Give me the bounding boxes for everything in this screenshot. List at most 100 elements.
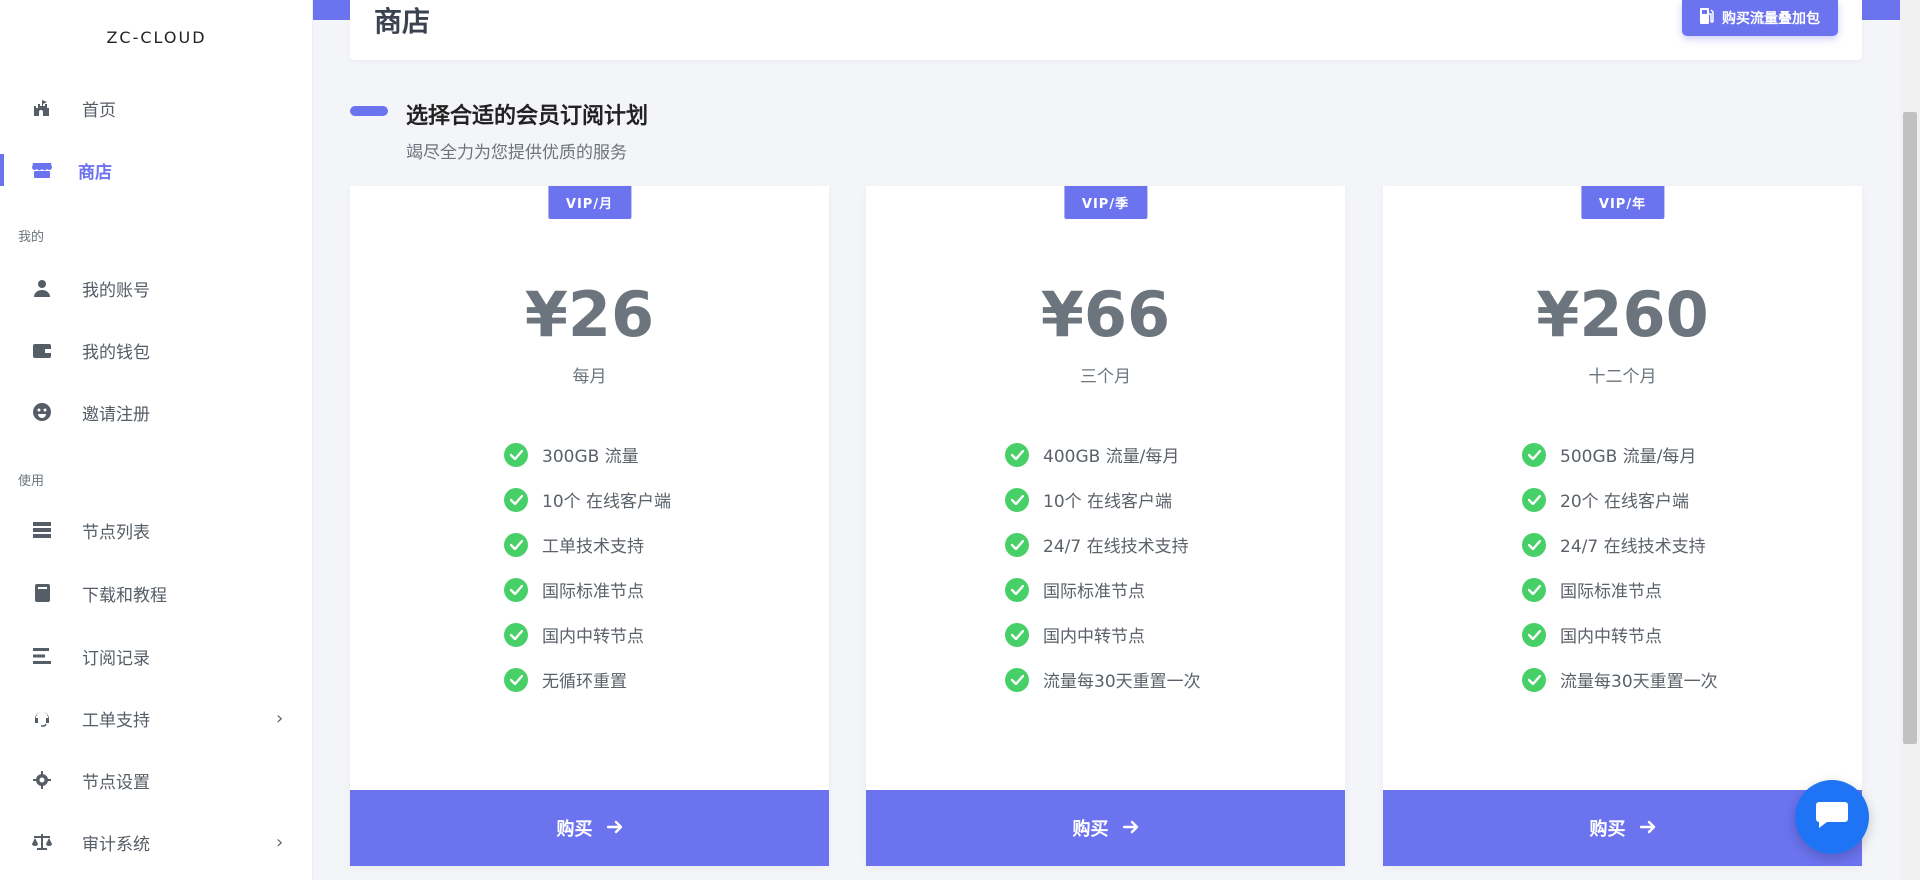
buy-label: 购买 xyxy=(1072,819,1109,840)
feature-label: 国内中转节点 xyxy=(1043,627,1145,647)
feature-item: 300GB 流量 xyxy=(504,442,639,467)
feature-item: 20个 在线客户端 xyxy=(1522,487,1689,512)
plans-title: 选择合适的会员订阅计划 xyxy=(406,104,649,129)
brand-logo: ZC-CLOUD xyxy=(106,28,207,47)
feature-label: 国内中转节点 xyxy=(1560,627,1662,647)
active-indicator xyxy=(0,154,4,186)
check-circle-icon xyxy=(1005,442,1029,467)
feature-label: 工单技术支持 xyxy=(542,537,644,557)
feature-item: 10个 在线客户端 xyxy=(1005,487,1172,512)
accent-strip-left xyxy=(313,0,350,20)
gear-icon xyxy=(32,770,52,790)
buy-addon-button[interactable]: 购买流量叠加包 xyxy=(1682,0,1838,36)
chat-bubble-icon xyxy=(1815,800,1849,834)
feature-item: 流量每30天重置一次 xyxy=(1005,667,1201,692)
check-circle-icon xyxy=(1522,487,1546,512)
check-circle-icon xyxy=(1522,667,1546,692)
chat-button[interactable] xyxy=(1795,780,1869,854)
buy-addon-label: 购买流量叠加包 xyxy=(1722,11,1820,27)
sidebar-item-label: 我的钱包 xyxy=(82,342,150,363)
feature-label: 国际标准节点 xyxy=(1043,582,1145,602)
plan-card-quarterly: VIP/季 ¥66 三个月 400GB 流量/每月 10个 在线客户端 24/7… xyxy=(866,186,1345,866)
header-card: 商店 购买流量叠加包 xyxy=(350,0,1862,60)
feature-label: 24/7 在线技术支持 xyxy=(1043,537,1189,557)
feature-label: 24/7 在线技术支持 xyxy=(1560,537,1706,557)
check-circle-icon xyxy=(1005,487,1029,512)
sidebar-item-label: 下载和教程 xyxy=(82,585,167,606)
page-title: 商店 xyxy=(374,5,431,38)
sidebar: ZC-CLOUD 首页 商店 我的 我的账号 我的钱包 邀请注册 使用 节点列表… xyxy=(0,0,313,880)
sidebar-item-account[interactable]: 我的账号 xyxy=(0,264,313,312)
wallet-icon xyxy=(32,340,52,360)
smile-icon xyxy=(32,402,52,422)
list-icon xyxy=(32,646,52,666)
buy-button[interactable]: 购买 xyxy=(1383,790,1862,866)
sidebar-item-downloads[interactable]: 下载和教程 xyxy=(0,569,313,617)
check-circle-icon xyxy=(504,577,528,602)
sidebar-item-audit[interactable]: 审计系统 › xyxy=(0,818,313,866)
section-pill xyxy=(350,106,388,116)
buy-label: 购买 xyxy=(556,819,593,840)
feature-item: 400GB 流量/每月 xyxy=(1005,442,1179,467)
check-circle-icon xyxy=(1522,532,1546,557)
feature-item: 国内中转节点 xyxy=(1522,622,1662,647)
arrow-right-icon xyxy=(606,818,623,839)
plan-price: ¥66 xyxy=(1040,278,1171,351)
plan-price: ¥260 xyxy=(1536,278,1709,351)
feature-item: 24/7 在线技术支持 xyxy=(1005,532,1189,557)
sidebar-item-wallet[interactable]: 我的钱包 xyxy=(0,326,313,374)
sidebar-item-label: 首页 xyxy=(82,100,116,121)
feature-item: 24/7 在线技术支持 xyxy=(1522,532,1706,557)
buy-label: 购买 xyxy=(1589,819,1626,840)
sidebar-item-nodes[interactable]: 节点列表 xyxy=(0,506,313,554)
feature-item: 工单技术支持 xyxy=(504,532,644,557)
feature-label: 300GB 流量 xyxy=(542,447,639,467)
feature-item: 500GB 流量/每月 xyxy=(1522,442,1696,467)
server-icon xyxy=(32,520,52,540)
plans-subtitle: 竭尽全力为您提供优质的服务 xyxy=(406,143,627,163)
section-label-usage: 使用 xyxy=(18,474,45,489)
check-circle-icon xyxy=(1005,622,1029,647)
sidebar-item-label: 邀请注册 xyxy=(82,404,150,425)
check-circle-icon xyxy=(504,532,528,557)
check-circle-icon xyxy=(1005,532,1029,557)
plan-period: 三个月 xyxy=(1080,367,1131,387)
plan-badge: VIP/月 xyxy=(547,186,632,219)
plan-card-yearly: VIP/年 ¥260 十二个月 500GB 流量/每月 20个 在线客户端 24… xyxy=(1383,186,1862,866)
check-circle-icon xyxy=(1522,442,1546,467)
sidebar-item-tickets[interactable]: 工单支持 › xyxy=(0,694,313,742)
feature-item: 流量每30天重置一次 xyxy=(1522,667,1718,692)
sidebar-item-node-settings[interactable]: 节点设置 xyxy=(0,756,313,804)
plan-badge: VIP/年 xyxy=(1580,186,1665,219)
plan-price: ¥26 xyxy=(524,278,655,351)
feature-label: 国内中转节点 xyxy=(542,627,644,647)
sidebar-item-label: 节点列表 xyxy=(82,522,150,543)
feature-label: 400GB 流量/每月 xyxy=(1043,447,1180,467)
store-icon xyxy=(32,160,52,180)
feature-item: 国内中转节点 xyxy=(1005,622,1145,647)
sidebar-item-label: 订阅记录 xyxy=(82,648,150,669)
scrollbar-thumb[interactable] xyxy=(1903,112,1917,744)
check-circle-icon xyxy=(504,667,528,692)
sidebar-item-home[interactable]: 首页 xyxy=(0,84,313,132)
check-circle-icon xyxy=(504,487,528,512)
plan-period: 十二个月 xyxy=(1588,367,1657,387)
sidebar-item-store[interactable]: 商店 xyxy=(0,146,313,194)
feature-label: 流量每30天重置一次 xyxy=(1560,672,1718,692)
check-circle-icon xyxy=(1005,667,1029,692)
sidebar-item-label: 商店 xyxy=(78,162,112,183)
accent-strip-right xyxy=(1862,0,1900,20)
section-label-mine: 我的 xyxy=(18,230,45,245)
feature-label: 20个 在线客户端 xyxy=(1560,492,1690,512)
sidebar-item-invite[interactable]: 邀请注册 xyxy=(0,388,313,436)
gas-pump-icon xyxy=(1700,8,1714,28)
buy-button[interactable]: 购买 xyxy=(866,790,1345,866)
sidebar-item-label: 我的账号 xyxy=(82,280,150,301)
feature-label: 500GB 流量/每月 xyxy=(1560,447,1697,467)
feature-label: 10个 在线客户端 xyxy=(542,492,672,512)
balance-scale-icon xyxy=(32,832,52,852)
buy-button[interactable]: 购买 xyxy=(350,790,829,866)
feature-label: 10个 在线客户端 xyxy=(1043,492,1173,512)
page-scrollbar[interactable] xyxy=(1900,0,1920,880)
sidebar-item-subscriptions[interactable]: 订阅记录 xyxy=(0,632,313,680)
